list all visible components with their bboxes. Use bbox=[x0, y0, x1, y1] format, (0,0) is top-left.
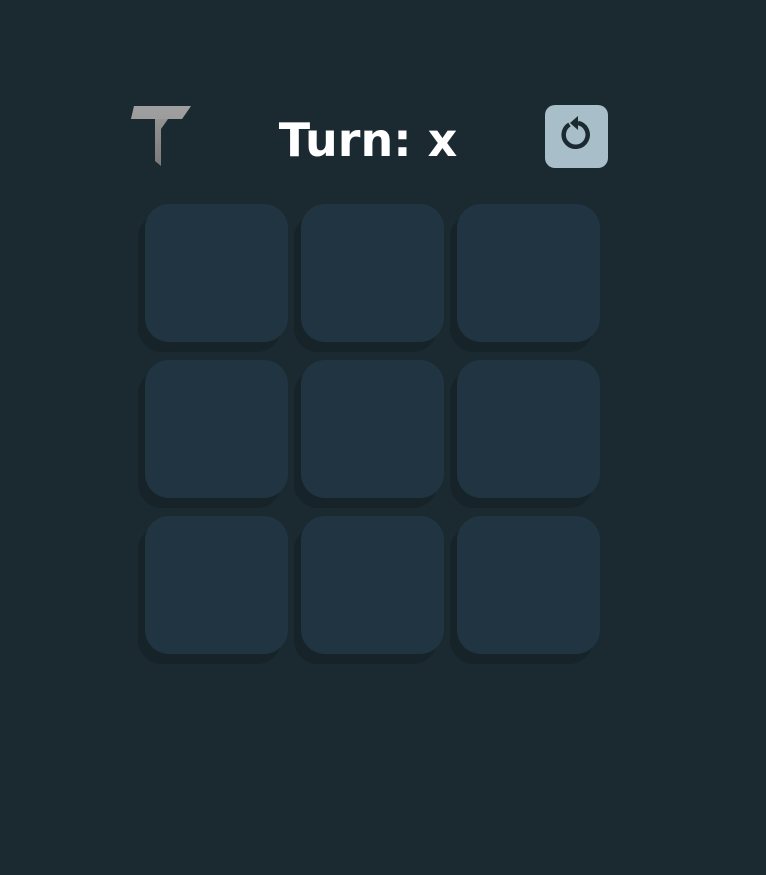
board-cell-9[interactable] bbox=[457, 516, 600, 654]
board-cell-8[interactable] bbox=[301, 516, 444, 654]
board-cell-5[interactable] bbox=[301, 360, 444, 498]
board-cell-4[interactable] bbox=[145, 360, 288, 498]
reset-button[interactable] bbox=[545, 105, 608, 168]
board-cell-3[interactable] bbox=[457, 204, 600, 342]
board-cell-2[interactable] bbox=[301, 204, 444, 342]
game-board bbox=[138, 204, 602, 668]
refresh-icon bbox=[560, 115, 594, 158]
t-logo-icon bbox=[128, 104, 194, 168]
board-cell-7[interactable] bbox=[145, 516, 288, 654]
board-cell-6[interactable] bbox=[457, 360, 600, 498]
board-cell-1[interactable] bbox=[145, 204, 288, 342]
turn-indicator: Turn: x bbox=[278, 113, 458, 167]
